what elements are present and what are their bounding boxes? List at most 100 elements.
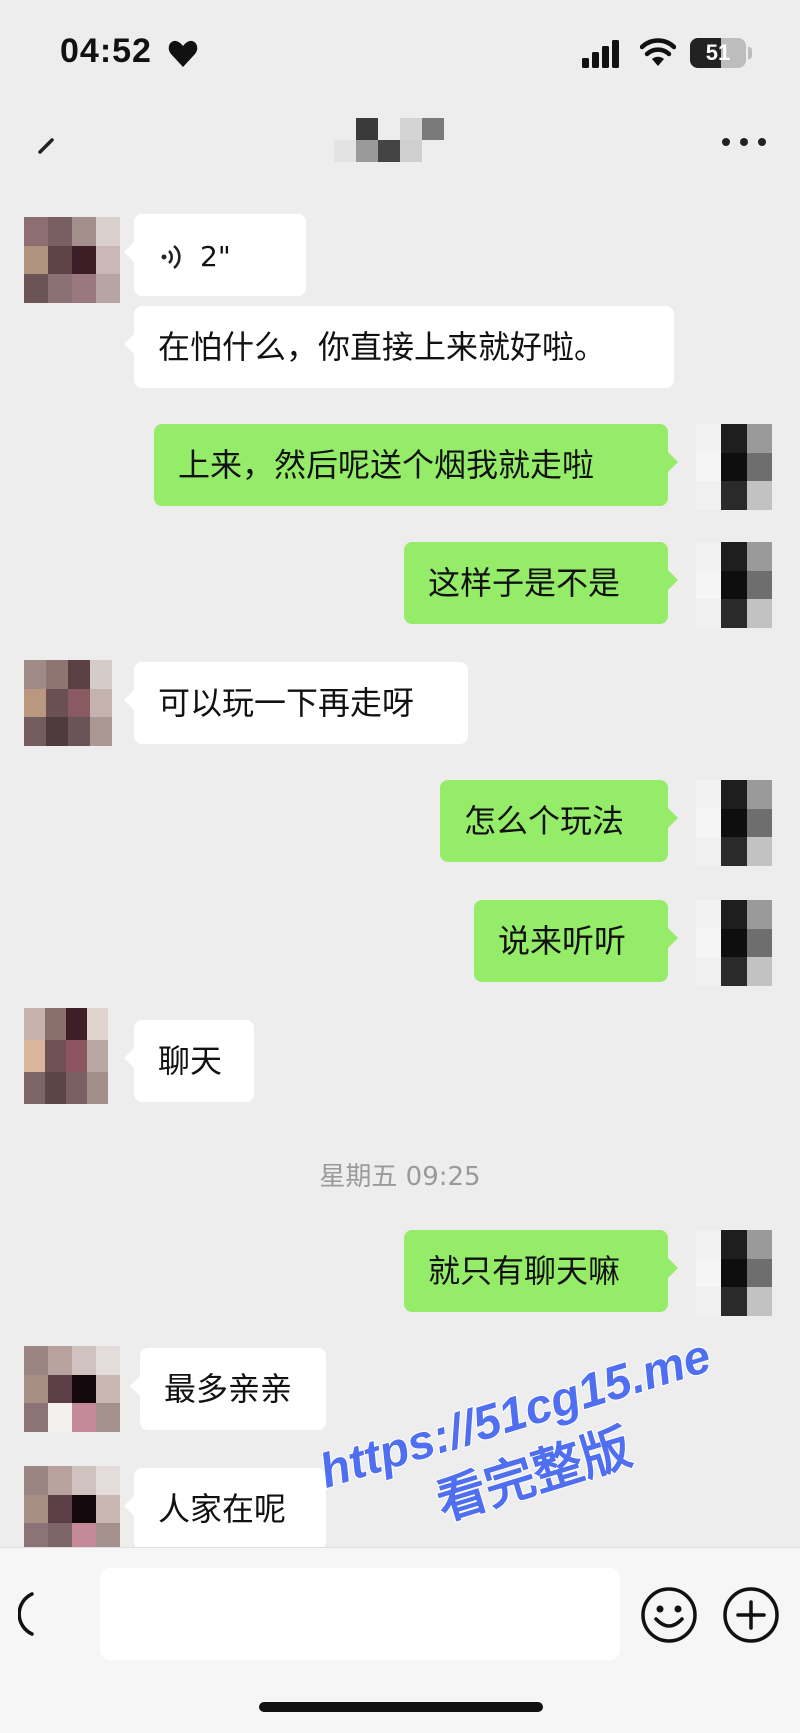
battery-cap (748, 47, 752, 59)
avatar-mosaic-cell (66, 1008, 87, 1040)
message-text: 在怕什么，你直接上来就好啦。 (158, 328, 607, 366)
avatar-mosaic-cell (24, 1403, 48, 1432)
avatar-mosaic-cell (721, 837, 747, 866)
avatar-mosaic-cell (96, 1403, 120, 1432)
voice-input-icon[interactable] (18, 1588, 70, 1640)
received-message-bubble[interactable]: 可以玩一下再走呀 (124, 662, 468, 744)
avatar-mosaic-cell (696, 424, 722, 453)
sent-message-bubble[interactable]: 说来听听 (474, 900, 678, 982)
avatar-mosaic-cell (721, 808, 747, 838)
message-text: 聊天 (158, 1042, 223, 1080)
received-message-bubble[interactable]: 聊天 (124, 1020, 254, 1102)
avatar-mosaic-cell (746, 808, 772, 838)
message-text: 这样子是不是 (428, 564, 621, 602)
avatar-mosaic-cell (48, 217, 72, 246)
avatar-mosaic-cell (24, 717, 46, 746)
avatar-mosaic-cell (68, 660, 90, 689)
self-avatar[interactable] (696, 1230, 772, 1316)
avatar-mosaic-cell (746, 900, 772, 929)
avatar-mosaic-cell (87, 1040, 108, 1072)
avatar-mosaic-cell (68, 717, 90, 746)
contact-avatar[interactable] (24, 1008, 108, 1104)
title-mosaic-cell (356, 140, 378, 162)
self-avatar[interactable] (696, 900, 772, 986)
self-avatar[interactable] (696, 780, 772, 866)
message-text: 说来听听 (498, 922, 627, 960)
avatar-mosaic-cell (696, 452, 722, 482)
avatar-mosaic-cell (696, 837, 722, 866)
avatar-mosaic-cell (746, 452, 772, 482)
avatar-mosaic-cell (96, 274, 120, 303)
self-avatar[interactable] (696, 542, 772, 628)
chat-header (0, 100, 800, 190)
avatar-mosaic-cell (721, 452, 747, 482)
avatar-mosaic-cell (24, 1466, 48, 1495)
sent-message-bubble[interactable]: 就只有聊天嘛 (404, 1230, 678, 1312)
avatar-mosaic-cell (696, 542, 722, 571)
avatar-mosaic-cell (96, 1494, 120, 1524)
sent-message-bubble[interactable]: 上来，然后呢送个烟我就走啦 (154, 424, 678, 506)
title-mosaic-cell (400, 118, 422, 140)
avatar-mosaic-cell (721, 780, 747, 809)
more-dot (740, 138, 748, 146)
contact-avatar[interactable] (24, 217, 120, 303)
plus-icon[interactable] (722, 1586, 780, 1644)
avatar-mosaic-cell (24, 217, 48, 246)
status-time: 04:52 (60, 32, 152, 70)
avatar-mosaic-cell (746, 542, 772, 571)
avatar-mosaic-cell (746, 424, 772, 453)
avatar-mosaic-cell (24, 1040, 45, 1072)
received-message-bubble[interactable]: 在怕什么，你直接上来就好啦。 (124, 306, 674, 388)
contact-avatar[interactable] (24, 660, 112, 746)
contact-avatar[interactable] (24, 1466, 120, 1552)
battery-indicator: 51 (690, 38, 746, 68)
avatar-mosaic-cell (696, 599, 722, 628)
sent-message-bubble[interactable]: 这样子是不是 (404, 542, 678, 624)
avatar-mosaic-cell (696, 1287, 722, 1316)
message-text: 人家在呢 (158, 1490, 287, 1528)
avatar-mosaic-cell (68, 688, 90, 718)
avatar-mosaic-cell (696, 481, 722, 510)
avatar-mosaic-cell (72, 1403, 96, 1432)
more-dot (722, 138, 730, 146)
cellular-signal-icon (582, 40, 619, 68)
emoji-icon[interactable] (640, 1586, 698, 1644)
avatar-mosaic-cell (96, 245, 120, 275)
avatar-mosaic-cell (48, 1466, 72, 1495)
avatar-mosaic-cell (90, 660, 112, 689)
voice-message-bubble[interactable]: 2" (124, 214, 306, 296)
avatar-mosaic-cell (696, 1258, 722, 1288)
avatar-mosaic-cell (721, 1230, 747, 1259)
avatar-mosaic-cell (48, 1374, 72, 1404)
avatar-mosaic-cell (721, 599, 747, 628)
avatar-mosaic-cell (72, 1374, 96, 1404)
avatar-mosaic-cell (45, 1008, 66, 1040)
home-indicator[interactable] (259, 1702, 543, 1712)
self-avatar[interactable] (696, 424, 772, 510)
avatar-mosaic-cell (721, 928, 747, 958)
avatar-mosaic-cell (96, 217, 120, 246)
avatar-mosaic-cell (721, 424, 747, 453)
avatar-mosaic-cell (90, 717, 112, 746)
contact-avatar[interactable] (24, 1346, 120, 1432)
more-options-icon[interactable] (722, 136, 766, 150)
avatar-mosaic-cell (24, 660, 46, 689)
avatar-mosaic-cell (721, 957, 747, 986)
avatar-mosaic-cell (696, 808, 722, 838)
more-dot (758, 138, 766, 146)
avatar-mosaic-cell (24, 274, 48, 303)
avatar-mosaic-cell (696, 957, 722, 986)
avatar-mosaic-cell (746, 957, 772, 986)
avatar-mosaic-cell (87, 1072, 108, 1104)
sent-message-bubble[interactable]: 怎么个玩法 (440, 780, 678, 862)
received-message-bubble[interactable]: 最多亲亲 (130, 1348, 326, 1430)
message-text: 就只有聊天嘛 (428, 1252, 621, 1290)
message-text: 上来，然后呢送个烟我就走啦 (178, 446, 595, 484)
avatar-mosaic-cell (46, 660, 68, 689)
avatar-mosaic-cell (72, 1466, 96, 1495)
back-arrow-icon[interactable] (34, 120, 74, 160)
avatar-mosaic-cell (46, 717, 68, 746)
message-text: 可以玩一下再走呀 (158, 684, 415, 722)
title-mosaic-cell (378, 140, 400, 162)
avatar-mosaic-cell (48, 274, 72, 303)
